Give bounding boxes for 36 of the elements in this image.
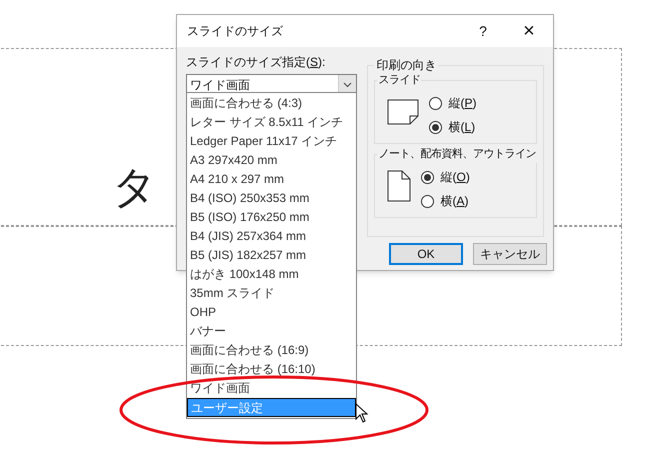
dropdown-option[interactable]: はがき 100x148 mm xyxy=(187,265,356,284)
dropdown-option[interactable]: B4 (ISO) 250x353 mm xyxy=(187,189,356,208)
dropdown-option[interactable]: B5 (ISO) 176x250 mm xyxy=(187,208,356,227)
dropdown-option[interactable]: 35mm スライド xyxy=(187,284,356,303)
dropdown-option[interactable]: レター サイズ 8.5x11 インチ xyxy=(187,113,356,132)
radio-label: 縦(P) xyxy=(448,95,476,112)
dropdown-option[interactable]: ワイド画面 xyxy=(187,379,356,398)
dropdown-option[interactable]: B4 (JIS) 257x364 mm xyxy=(187,227,356,246)
subgroup-title: ノート、配布資料、アウトライン xyxy=(377,146,537,162)
dropdown-option[interactable]: 画面に合わせる (16:9) xyxy=(187,341,356,360)
close-button[interactable]: × xyxy=(505,15,553,47)
orientation-title: 印刷の向き xyxy=(374,56,438,74)
help-button[interactable]: ? xyxy=(461,15,505,47)
dropdown-option[interactable]: B5 (JIS) 182x257 mm xyxy=(187,246,356,265)
dropdown-option[interactable]: OHP xyxy=(187,303,356,322)
radio-label: 横(A) xyxy=(440,193,468,210)
radio-label: 横(L) xyxy=(448,119,476,136)
dropdown-option[interactable]: バナー xyxy=(187,322,356,341)
dropdown-option[interactable]: A3 297x420 mm xyxy=(187,151,356,170)
orientation-radio[interactable]: 縦(P) xyxy=(429,94,476,112)
dropdown-option[interactable]: A4 210 x 297 mm xyxy=(187,170,356,189)
dropdown-option[interactable]: 画面に合わせる (16:10) xyxy=(187,360,356,379)
dialog-button[interactable]: OK xyxy=(389,243,463,265)
dialog-button[interactable]: キャンセル xyxy=(473,243,547,265)
radio-label: 縦(O) xyxy=(440,169,470,186)
orientation-radio[interactable]: 横(L) xyxy=(429,118,476,136)
chevron-down-icon xyxy=(343,82,352,88)
orientation-radio[interactable]: 縦(O) xyxy=(421,168,470,186)
slide-title-text: タ xyxy=(112,161,157,215)
size-label: スライドのサイズ指定(S): xyxy=(186,54,326,71)
page-icon xyxy=(387,170,412,202)
orientation-radio[interactable]: 横(A) xyxy=(421,192,470,210)
page-icon xyxy=(387,99,420,125)
dialog-title: スライドのサイズ xyxy=(187,23,283,40)
dropdown-option[interactable]: 画面に合わせる (4:3) xyxy=(187,94,356,113)
dropdown-option[interactable]: Ledger Paper 11x17 インチ xyxy=(187,132,356,151)
